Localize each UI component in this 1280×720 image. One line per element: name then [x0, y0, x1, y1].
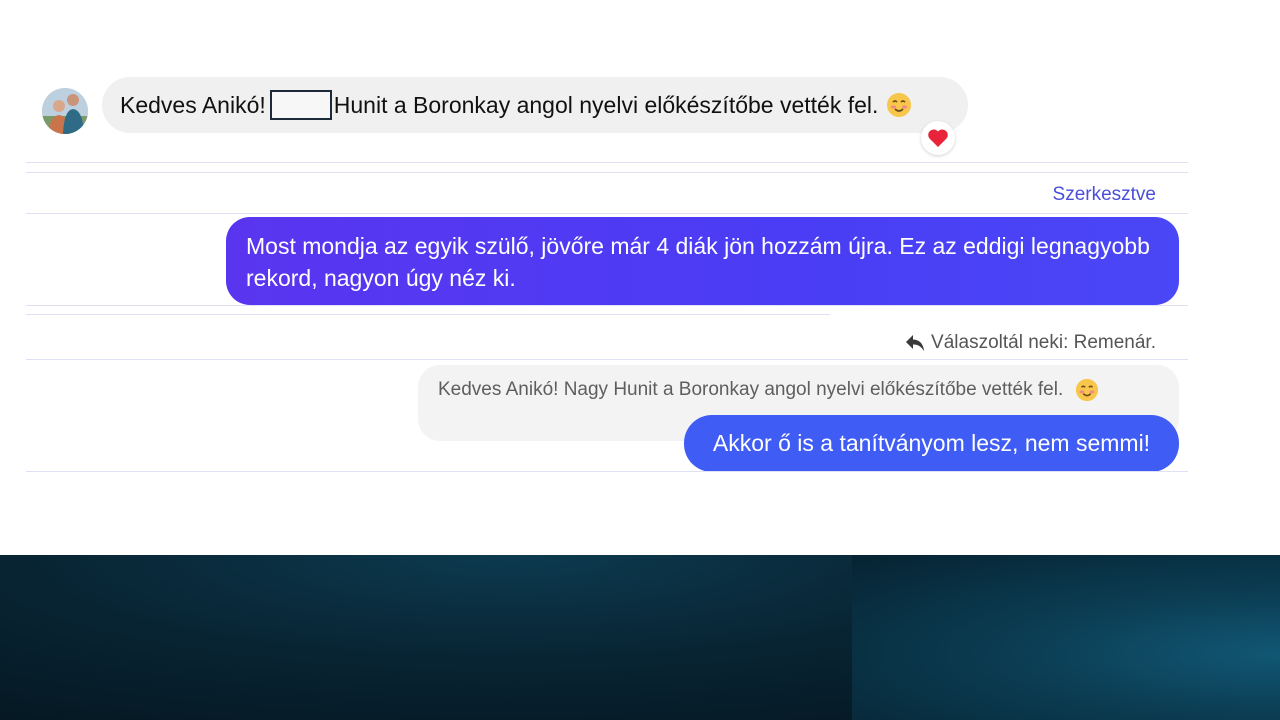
divider: [26, 471, 1188, 472]
chat-thread[interactable]: Kedves Anikó! Hunit a Boronkay angol nye…: [0, 0, 1280, 555]
blushing-face-emoji-icon: [886, 92, 912, 118]
background-band: [0, 555, 1280, 720]
reply-indicator: Válaszoltál neki: Remenár.: [905, 332, 1156, 354]
reply-message-bubble[interactable]: Akkor ő is a tanítványom lesz, nem semmi…: [684, 415, 1179, 472]
reply-arrow-icon: [905, 334, 925, 352]
divider: [26, 314, 830, 315]
screenshot-page: Kedves Anikó! Hunit a Boronkay angol nye…: [0, 0, 1280, 720]
incoming-message-bubble[interactable]: Kedves Anikó! Hunit a Boronkay angol nye…: [102, 77, 968, 133]
heart-reaction-badge[interactable]: [921, 121, 955, 155]
divider: [26, 172, 1188, 173]
quoted-message-text: Kedves Anikó! Nagy Hunit a Boronkay ango…: [438, 379, 1064, 401]
outgoing-message-bubble[interactable]: Most mondja az egyik szülő, jövőre már 4…: [226, 217, 1179, 305]
blushing-face-emoji-icon: [1075, 378, 1099, 402]
divider: [26, 305, 1188, 306]
divider: [26, 359, 1188, 360]
edited-label[interactable]: Szerkesztve: [1053, 184, 1156, 206]
divider: [26, 213, 1188, 214]
background-panel: [852, 555, 1280, 720]
incoming-message-text-end: Hunit a Boronkay angol nyelvi előkészítő…: [333, 91, 879, 118]
heart-icon: [928, 129, 948, 147]
sender-avatar[interactable]: [42, 88, 88, 134]
redacted-name-box: [269, 90, 332, 120]
outgoing-message-text: Most mondja az egyik szülő, jövőre már 4…: [246, 233, 1150, 291]
reply-indicator-text: Válaszoltál neki: Remenár.: [931, 332, 1156, 353]
reply-message-text: Akkor ő is a tanítványom lesz, nem semmi…: [712, 430, 1151, 456]
divider: [26, 162, 1188, 163]
incoming-message-text-start: Kedves Anikó!: [120, 91, 266, 118]
